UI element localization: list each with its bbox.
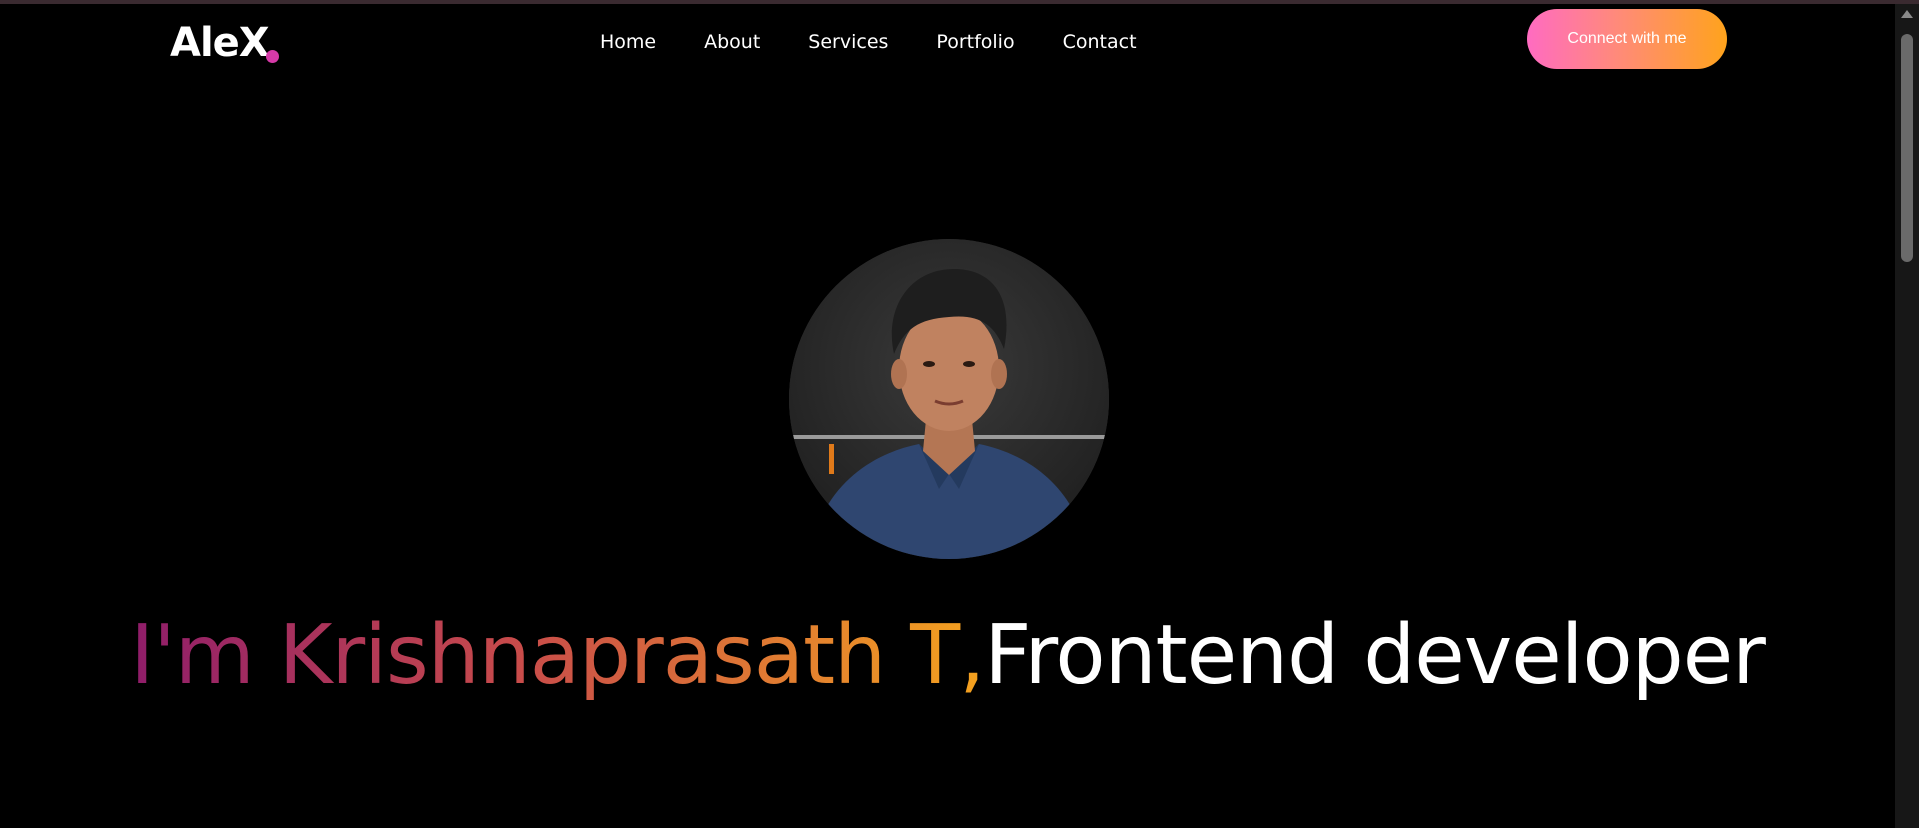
hero-greeting: I'm Krishnaprasath T, [130,608,985,703]
nav-link-portfolio[interactable]: Portfolio [936,24,1014,60]
vertical-scrollbar[interactable] [1895,4,1919,828]
hero-role: Frontend developer [984,608,1766,703]
profile-photo-illustration [789,239,1109,559]
nav-link-contact[interactable]: Contact [1063,24,1137,60]
logo-text: AleX [170,20,270,66]
profile-photo [789,239,1109,559]
main-nav: Home About Services Portfolio Contact [600,24,1137,60]
chevron-up-icon[interactable] [1901,10,1913,18]
nav-link-home[interactable]: Home [600,24,656,60]
logo-dot-icon [266,50,279,63]
hero-headline: I'm Krishnaprasath T,Frontend developer [0,600,1895,712]
scrollbar-thumb[interactable] [1901,34,1913,262]
logo[interactable]: AleX [170,18,279,68]
page: AleX Home About Services Portfolio Conta… [0,4,1895,828]
nav-link-services[interactable]: Services [808,24,888,60]
nav-link-about[interactable]: About [704,24,760,60]
connect-button[interactable]: Connect with me [1527,9,1727,69]
